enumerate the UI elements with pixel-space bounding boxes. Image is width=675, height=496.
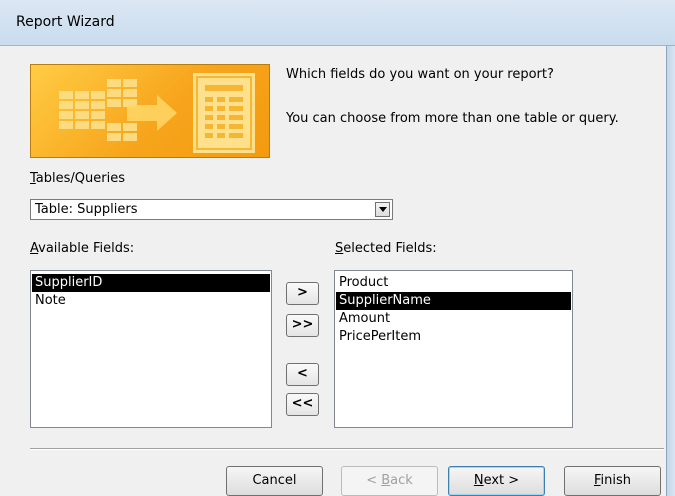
separator	[30, 448, 664, 450]
selected-fields-label: Selected Fields:	[335, 241, 437, 256]
next-button-mnemonic: N	[473, 473, 484, 488]
next-button-text: ext >	[483, 473, 520, 488]
available-fields-label: Available Fields:	[30, 241, 134, 256]
wizard-question: Which fields do you want on your report?	[286, 67, 554, 82]
available-fields-label-mnemonic: A	[30, 241, 39, 256]
wizard-hint: You can choose from more than one table …	[286, 111, 619, 126]
title-bar: Report Wizard	[0, 0, 675, 46]
selected-field-item[interactable]: SupplierName	[336, 292, 571, 310]
finish-button-text: inish	[600, 473, 632, 488]
available-fields-list[interactable]: SupplierID Note	[30, 270, 272, 428]
available-field-item[interactable]: SupplierID	[32, 274, 270, 292]
selected-fields-list[interactable]: Product SupplierName Amount PricePerItem	[334, 270, 573, 428]
tables-queries-label-text: ables/Queries	[35, 171, 125, 186]
cancel-button[interactable]: Cancel	[226, 466, 323, 496]
window-right-frame	[666, 46, 675, 496]
back-button-prefix: <	[366, 473, 382, 488]
chevron-down-glyph	[379, 207, 387, 212]
selected-field-item[interactable]: Product	[336, 274, 571, 292]
add-field-button[interactable]: >	[286, 282, 319, 305]
back-button-mnemonic: B	[381, 473, 391, 488]
selected-field-item[interactable]: Amount	[336, 310, 571, 328]
remove-field-button[interactable]: <	[286, 363, 319, 386]
window-title: Report Wizard	[16, 14, 115, 30]
tables-queries-label: Tables/Queries	[30, 171, 125, 186]
banner-graphic	[59, 73, 255, 153]
chevron-down-icon[interactable]	[375, 202, 390, 217]
back-button[interactable]: < Back	[341, 466, 438, 496]
tables-queries-combo[interactable]: Table: Suppliers	[30, 199, 393, 220]
selected-field-item[interactable]: PricePerItem	[336, 328, 571, 346]
next-button[interactable]: Next >	[448, 466, 545, 496]
selected-fields-label-text: elected Fields:	[343, 241, 437, 256]
finish-button[interactable]: Finish	[564, 466, 661, 496]
add-all-fields-button[interactable]: >>	[286, 314, 319, 337]
available-fields-label-text: vailable Fields:	[38, 241, 135, 256]
tables-queries-value: Table: Suppliers	[35, 202, 138, 217]
remove-all-fields-button[interactable]: <<	[286, 393, 319, 416]
available-field-item[interactable]: Note	[32, 292, 270, 310]
back-button-text: ack	[390, 473, 413, 488]
report-wizard-graphic-icon	[30, 64, 270, 158]
